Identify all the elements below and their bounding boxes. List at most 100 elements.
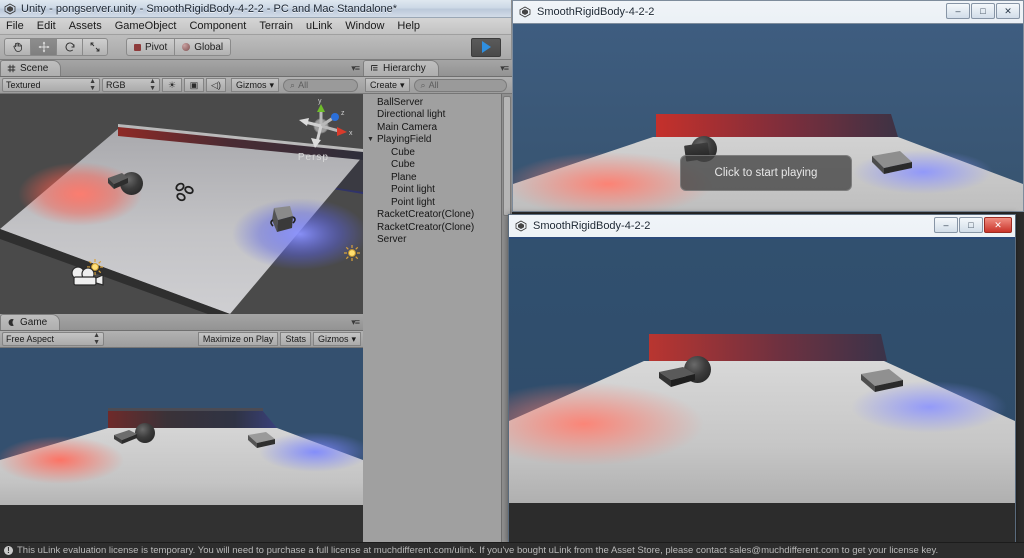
- hierarchy-item-directional-light[interactable]: Directional light: [363, 109, 512, 122]
- unity-titlebar: Unity - pongserver.unity - SmoothRigidBo…: [0, 0, 511, 18]
- pivot-toggle-button[interactable]: Pivot: [126, 38, 175, 56]
- rotate-tool-button[interactable]: [56, 38, 82, 56]
- racket-left: [108, 173, 128, 189]
- menu-item-window[interactable]: Window: [345, 20, 384, 32]
- maximize-on-play-button[interactable]: Maximize on Play: [197, 332, 279, 346]
- unity-logo-icon: [4, 3, 16, 14]
- hierarchy-item-label: Point light: [391, 196, 435, 208]
- hierarchy-search-input[interactable]: ⌕ All: [413, 78, 507, 92]
- main-camera-gizmo[interactable]: [70, 266, 106, 288]
- chevron-down-icon[interactable]: ▼: [367, 136, 377, 143]
- player-window-2-titlebar[interactable]: SmoothRigidBody-4-2-2 – □ ✕: [509, 215, 1015, 237]
- close-button[interactable]: ✕: [996, 3, 1020, 19]
- hierarchy-item-racketcreator-2[interactable]: RacketCreator(Clone): [363, 221, 512, 234]
- player-window-2-canvas[interactable]: [509, 237, 1015, 543]
- tab-game[interactable]: Game: [0, 314, 61, 330]
- close-button[interactable]: ✕: [984, 217, 1012, 233]
- scene-axis-gizmo[interactable]: y z x: [291, 96, 357, 152]
- hand-icon: [12, 42, 22, 52]
- scene-gizmos-dropdown[interactable]: Gizmos ▾: [231, 78, 280, 92]
- scale-tool-button[interactable]: [82, 38, 108, 56]
- game-gizmos-dropdown[interactable]: Gizmos ▾: [312, 332, 361, 346]
- maximize-button[interactable]: □: [971, 3, 995, 19]
- unity-menubar[interactable]: File Edit Assets GameObject Component Te…: [0, 18, 511, 35]
- scene-drawmode-dropdown[interactable]: Textured ▲ ▼: [2, 78, 100, 92]
- hierarchy-list[interactable]: BallServer Directional light Main Camera…: [363, 94, 512, 542]
- scene-panel-menu-icon[interactable]: ▾≡: [351, 63, 360, 74]
- game-racket-right: [248, 432, 275, 448]
- chevron-updown-icon: ▲ ▼: [89, 78, 96, 92]
- hierarchy-item-point-light-1[interactable]: Point light: [363, 184, 512, 197]
- search-icon: ⌕: [420, 79, 426, 90]
- game-aspect-dropdown[interactable]: Free Aspect ▲ ▼: [2, 332, 104, 346]
- play-button[interactable]: [471, 37, 501, 57]
- scene-toolrow: Textured ▲ ▼ RGB ▲ ▼ ☀ ▣ ◁) Gizmos ▾ ⌕ A…: [0, 77, 363, 94]
- scene-lighting-toggle[interactable]: ☀: [162, 78, 182, 92]
- game-toolrow: Free Aspect ▲ ▼ Maximize on Play Stats Gi…: [0, 331, 363, 348]
- scene-search-placeholder: All: [298, 80, 309, 90]
- scene-search-input[interactable]: ⌕ All: [283, 78, 358, 92]
- player-window-2[interactable]: SmoothRigidBody-4-2-2 – □ ✕: [508, 214, 1016, 544]
- hierarchy-panel-menu-icon[interactable]: ▾≡: [500, 63, 509, 74]
- game-panel-menu-icon[interactable]: ▾≡: [351, 317, 360, 328]
- player-2-render: [509, 239, 1015, 543]
- player-window-1-canvas[interactable]: Click to start playing: [513, 23, 1023, 211]
- hierarchy-item-playingfield[interactable]: ▼ PlayingField: [363, 134, 512, 147]
- game-viewport[interactable]: [0, 348, 363, 542]
- hierarchy-item-ballserver[interactable]: BallServer: [363, 96, 512, 109]
- scene-audio-toggle[interactable]: ◁): [206, 78, 226, 92]
- hierarchy-item-racketcreator-1[interactable]: RacketCreator(Clone): [363, 209, 512, 222]
- hierarchy-item-point-light-2[interactable]: Point light: [363, 196, 512, 209]
- player-1-racket-right: [872, 151, 912, 174]
- ball-server-gizmo[interactable]: [172, 182, 196, 204]
- hierarchy-item-label: Cube: [391, 146, 415, 158]
- stats-button[interactable]: Stats: [280, 332, 311, 346]
- hierarchy-item-plane[interactable]: Plane: [363, 171, 512, 184]
- tab-scene[interactable]: Scene: [0, 60, 62, 76]
- menu-item-ulink[interactable]: uLink: [306, 20, 332, 32]
- chevron-down-icon: ▾: [400, 79, 405, 90]
- menu-item-edit[interactable]: Edit: [37, 20, 56, 32]
- global-toggle-button[interactable]: Global: [174, 38, 232, 56]
- maximize-button[interactable]: □: [959, 217, 983, 233]
- hierarchy-item-label: Point light: [391, 184, 435, 196]
- move-tool-button[interactable]: [30, 38, 56, 56]
- hand-tool-button[interactable]: [4, 38, 30, 56]
- game-gizmos-label: Gizmos: [317, 334, 349, 344]
- game-tabrow: Game ▾≡: [0, 314, 363, 331]
- pivot-group: Pivot Global: [126, 38, 232, 56]
- scene-colormode-dropdown[interactable]: RGB ▲ ▼: [102, 78, 160, 92]
- scene-fx-toggle[interactable]: ▣: [184, 78, 204, 92]
- player-window-2-controls: – □ ✕: [934, 217, 1012, 233]
- hierarchy-item-cube-2[interactable]: Cube: [363, 159, 512, 172]
- menu-item-component[interactable]: Component: [189, 20, 246, 32]
- chevron-updown-icon: ▲ ▼: [149, 78, 156, 92]
- point-light-blue-gizmo[interactable]: [343, 244, 361, 262]
- speaker-icon: ◁): [211, 79, 221, 90]
- hierarchy-toolrow: Create ▾ ⌕ All: [363, 77, 512, 94]
- chevron-down-icon: ▾: [269, 79, 275, 90]
- global-label: Global: [194, 41, 224, 53]
- hierarchy-create-dropdown[interactable]: Create ▾: [365, 78, 410, 92]
- hierarchy-item-main-camera[interactable]: Main Camera: [363, 121, 512, 134]
- player-window-1-titlebar[interactable]: SmoothRigidBody-4-2-2 – □ ✕: [513, 1, 1023, 23]
- menu-item-file[interactable]: File: [6, 20, 24, 32]
- menu-item-terrain[interactable]: Terrain: [259, 20, 293, 32]
- scene-viewport[interactable]: y z x Persp: [0, 94, 363, 314]
- menu-item-help[interactable]: Help: [397, 20, 420, 32]
- hierarchy-item-server[interactable]: Server: [363, 234, 512, 247]
- tab-hierarchy[interactable]: Hierarchy: [363, 60, 439, 76]
- hierarchy-scroll-thumb[interactable]: [503, 96, 511, 216]
- minimize-button[interactable]: –: [934, 217, 958, 233]
- player-window-1[interactable]: SmoothRigidBody-4-2-2 – □ ✕ Click to sta…: [512, 0, 1024, 212]
- hierarchy-item-cube-1[interactable]: Cube: [363, 146, 512, 159]
- click-to-start-playing-button[interactable]: Click to start playing: [680, 155, 852, 191]
- racket-right: [270, 206, 296, 232]
- minimize-button[interactable]: –: [946, 3, 970, 19]
- menu-item-assets[interactable]: Assets: [69, 20, 102, 32]
- move-arrows-icon: [38, 41, 49, 53]
- menu-item-gameobject[interactable]: GameObject: [115, 20, 177, 32]
- player-2-racket-left: [659, 367, 695, 387]
- unity-editor-window: Unity - pongserver.unity - SmoothRigidBo…: [0, 0, 512, 558]
- game-tab-label: Game: [20, 317, 48, 328]
